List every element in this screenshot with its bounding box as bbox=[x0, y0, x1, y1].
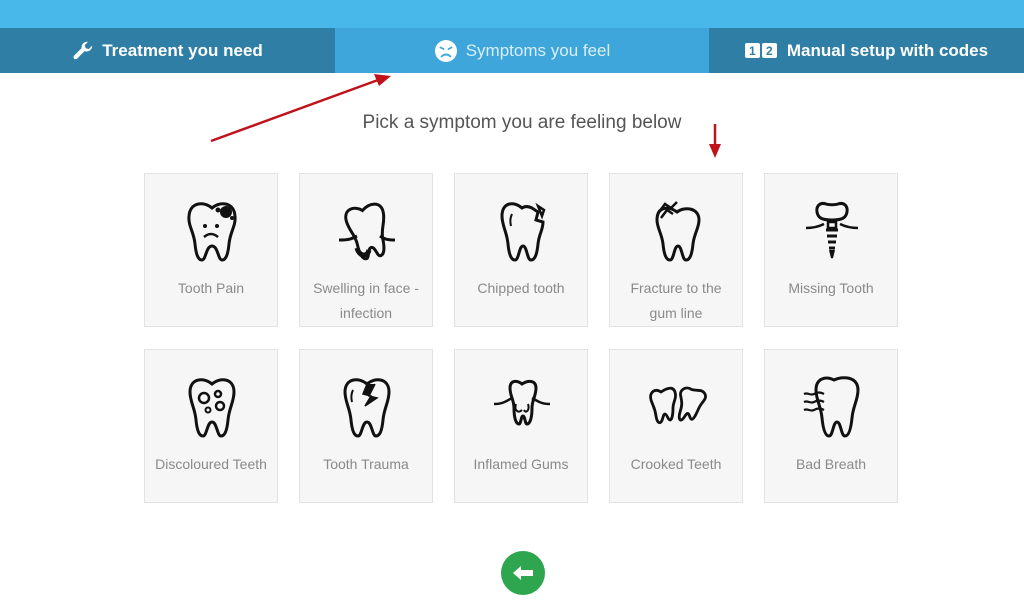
symptom-card-fracture[interactable]: Fracture to the gum line bbox=[609, 173, 743, 327]
symptom-label: Chipped tooth bbox=[477, 280, 565, 296]
symptom-card-chipped[interactable]: Chipped tooth bbox=[454, 173, 588, 327]
back-button[interactable] bbox=[501, 551, 545, 595]
inflamed-gums-icon bbox=[493, 379, 551, 426]
symptom-card-trauma[interactable]: Tooth Trauma bbox=[299, 349, 433, 503]
symptom-card-swelling[interactable]: Swelling in face - infection bbox=[299, 173, 433, 327]
tab-manual[interactable]: 1 2 Manual setup with codes bbox=[709, 28, 1024, 73]
symptom-card-missing[interactable]: Missing Tooth bbox=[764, 173, 898, 327]
sad-face-icon bbox=[434, 39, 458, 63]
symptom-label: Bad Breath bbox=[795, 456, 867, 472]
symptom-label: Swelling in face - infection bbox=[313, 280, 419, 321]
symptom-label: Tooth Pain bbox=[177, 280, 245, 296]
tab-manual-label: Manual setup with codes bbox=[786, 40, 989, 60]
arrow-left-icon bbox=[513, 566, 533, 580]
symptom-label: Discoloured Teeth bbox=[155, 456, 267, 472]
tooth-swelling-icon bbox=[338, 202, 396, 261]
symptom-card-crooked[interactable]: Crooked Teeth bbox=[609, 349, 743, 503]
step-tabs: Treatment you need Symptoms you feel 1 2… bbox=[0, 28, 1024, 73]
discoloured-tooth-icon bbox=[188, 378, 236, 438]
symptom-card-inflamed[interactable]: Inflamed Gums bbox=[454, 349, 588, 503]
symptom-label: Tooth Trauma bbox=[323, 456, 409, 472]
symptom-label: Crooked Teeth bbox=[630, 456, 722, 472]
cracked-tooth-icon bbox=[343, 378, 391, 438]
tooth-pain-icon bbox=[187, 202, 237, 262]
fractured-tooth-icon bbox=[655, 201, 701, 262]
tab-symptoms-label: Symptoms you feel bbox=[465, 40, 611, 60]
tab-symptoms[interactable]: Symptoms you feel bbox=[335, 28, 709, 73]
symptom-card-tooth-pain[interactable]: Tooth Pain bbox=[144, 173, 278, 327]
tab-treatment-label: Treatment you need bbox=[102, 40, 263, 60]
symptom-label: Missing Tooth bbox=[788, 280, 874, 296]
page-headline: Pick a symptom you are feeling below bbox=[362, 112, 682, 133]
symptom-label: Fracture to the gum line bbox=[630, 280, 722, 321]
symptom-card-discoloured[interactable]: Discoloured Teeth bbox=[144, 349, 278, 503]
symptom-card-bad-breath[interactable]: Bad Breath bbox=[764, 349, 898, 503]
symptom-label: Inflamed Gums bbox=[473, 456, 569, 472]
number-icon: 1 2 bbox=[744, 43, 779, 58]
chipped-tooth-icon bbox=[500, 202, 546, 262]
crooked-teeth-icon bbox=[649, 386, 707, 425]
top-bar bbox=[0, 0, 1024, 28]
wrench-icon bbox=[72, 40, 94, 62]
dental-implant-icon bbox=[805, 202, 859, 259]
digit-two: 2 bbox=[761, 43, 777, 58]
digit-one: 1 bbox=[744, 43, 760, 58]
bad-breath-icon bbox=[803, 376, 860, 438]
tab-treatment[interactable]: Treatment you need bbox=[0, 28, 335, 73]
